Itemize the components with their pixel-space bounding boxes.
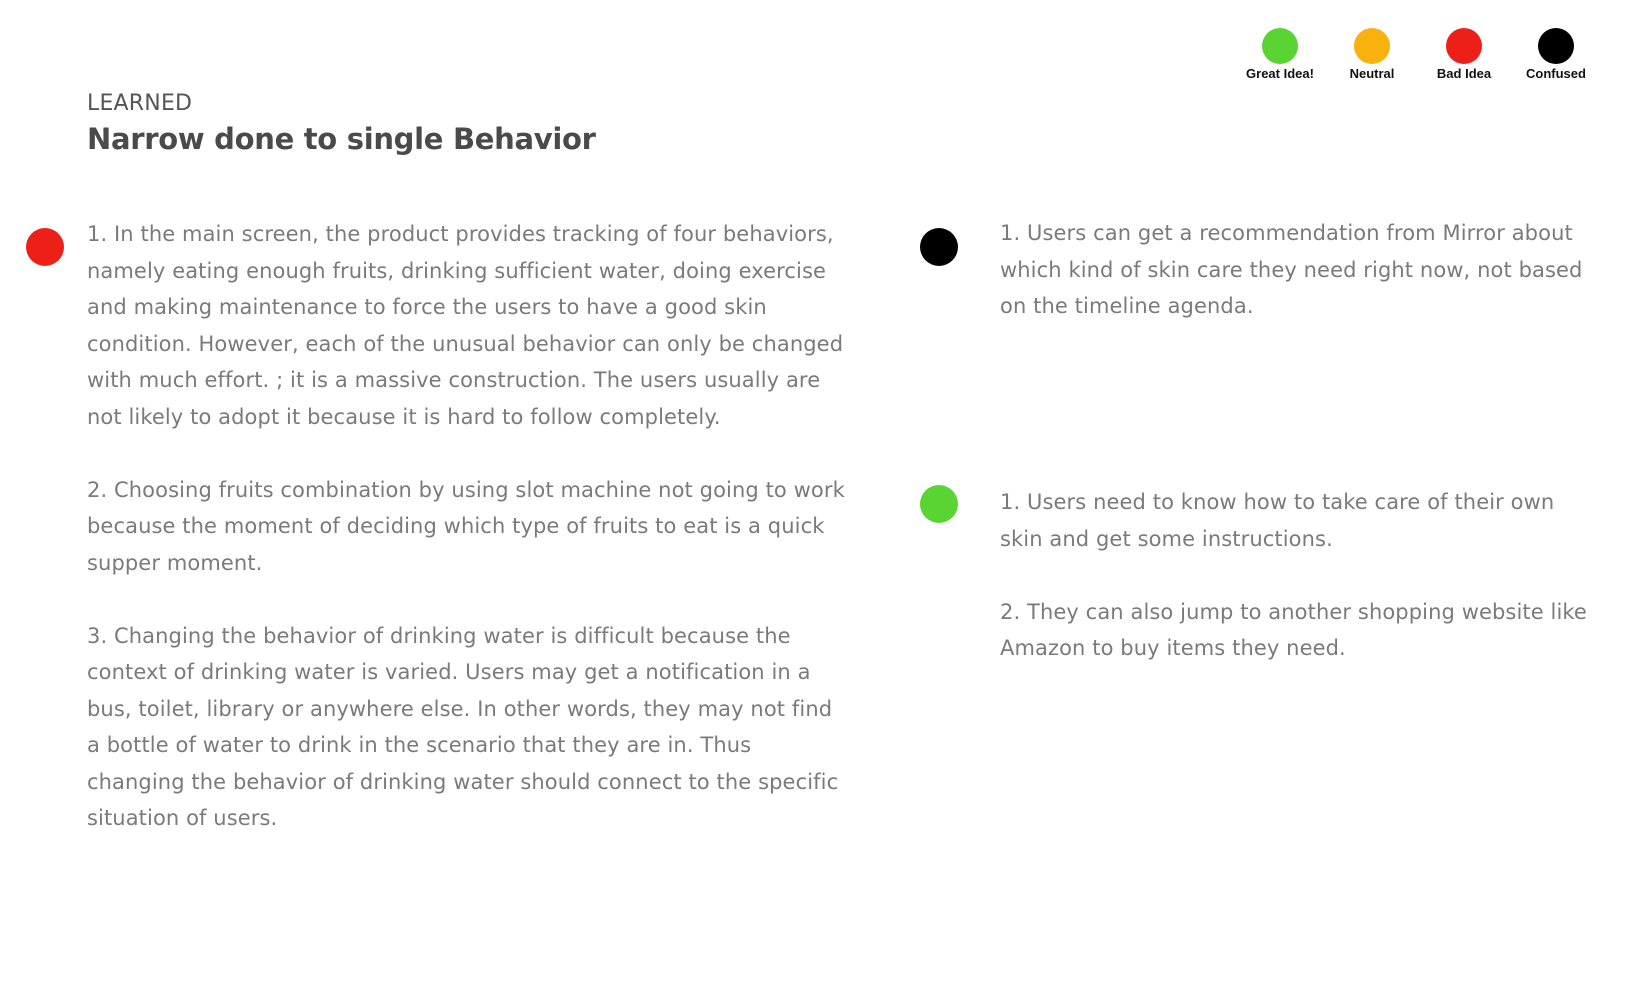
note-item: 2. They can also jump to another shoppin…: [1000, 599, 1587, 661]
legend-label: Bad Idea: [1436, 66, 1492, 81]
legend-item-great-idea: Great Idea!: [1230, 28, 1330, 81]
red-dot-icon: [26, 228, 64, 266]
legend-item-confused: Confused: [1506, 28, 1606, 81]
orange-dot-icon: [1354, 28, 1390, 64]
right-notes-confused: 1. Users can get a recommendation from M…: [1000, 215, 1600, 325]
page-title: Narrow done to single Behavior: [87, 122, 596, 156]
note-item: 1. Users need to know how to take care o…: [1000, 490, 1555, 551]
section-label: LEARNED: [87, 91, 193, 116]
black-dot-icon: [1538, 28, 1574, 64]
legend: Great Idea! Neutral Bad Idea Confused: [1230, 28, 1610, 88]
red-dot-icon: [1446, 28, 1482, 64]
legend-item-neutral: Neutral: [1322, 28, 1422, 81]
left-notes: 1. In the main screen, the product provi…: [87, 216, 847, 837]
note-item: 1. In the main screen, the product provi…: [87, 222, 844, 429]
black-dot-icon: [920, 228, 958, 266]
green-dot-icon: [1262, 28, 1298, 64]
note-item: 2. Choosing fruits combination by using …: [87, 477, 845, 575]
legend-label: Neutral: [1349, 66, 1395, 81]
note-item: 3. Changing the behavior of drinking wat…: [87, 623, 839, 831]
note-item: 1. Users can get a recommendation from M…: [1000, 221, 1583, 318]
legend-label: Great Idea!: [1246, 66, 1314, 81]
right-notes-great-idea: 1. Users need to know how to take care o…: [1000, 484, 1600, 667]
legend-label: Confused: [1526, 66, 1586, 81]
legend-item-bad-idea: Bad Idea: [1414, 28, 1514, 81]
green-dot-icon: [920, 485, 958, 523]
